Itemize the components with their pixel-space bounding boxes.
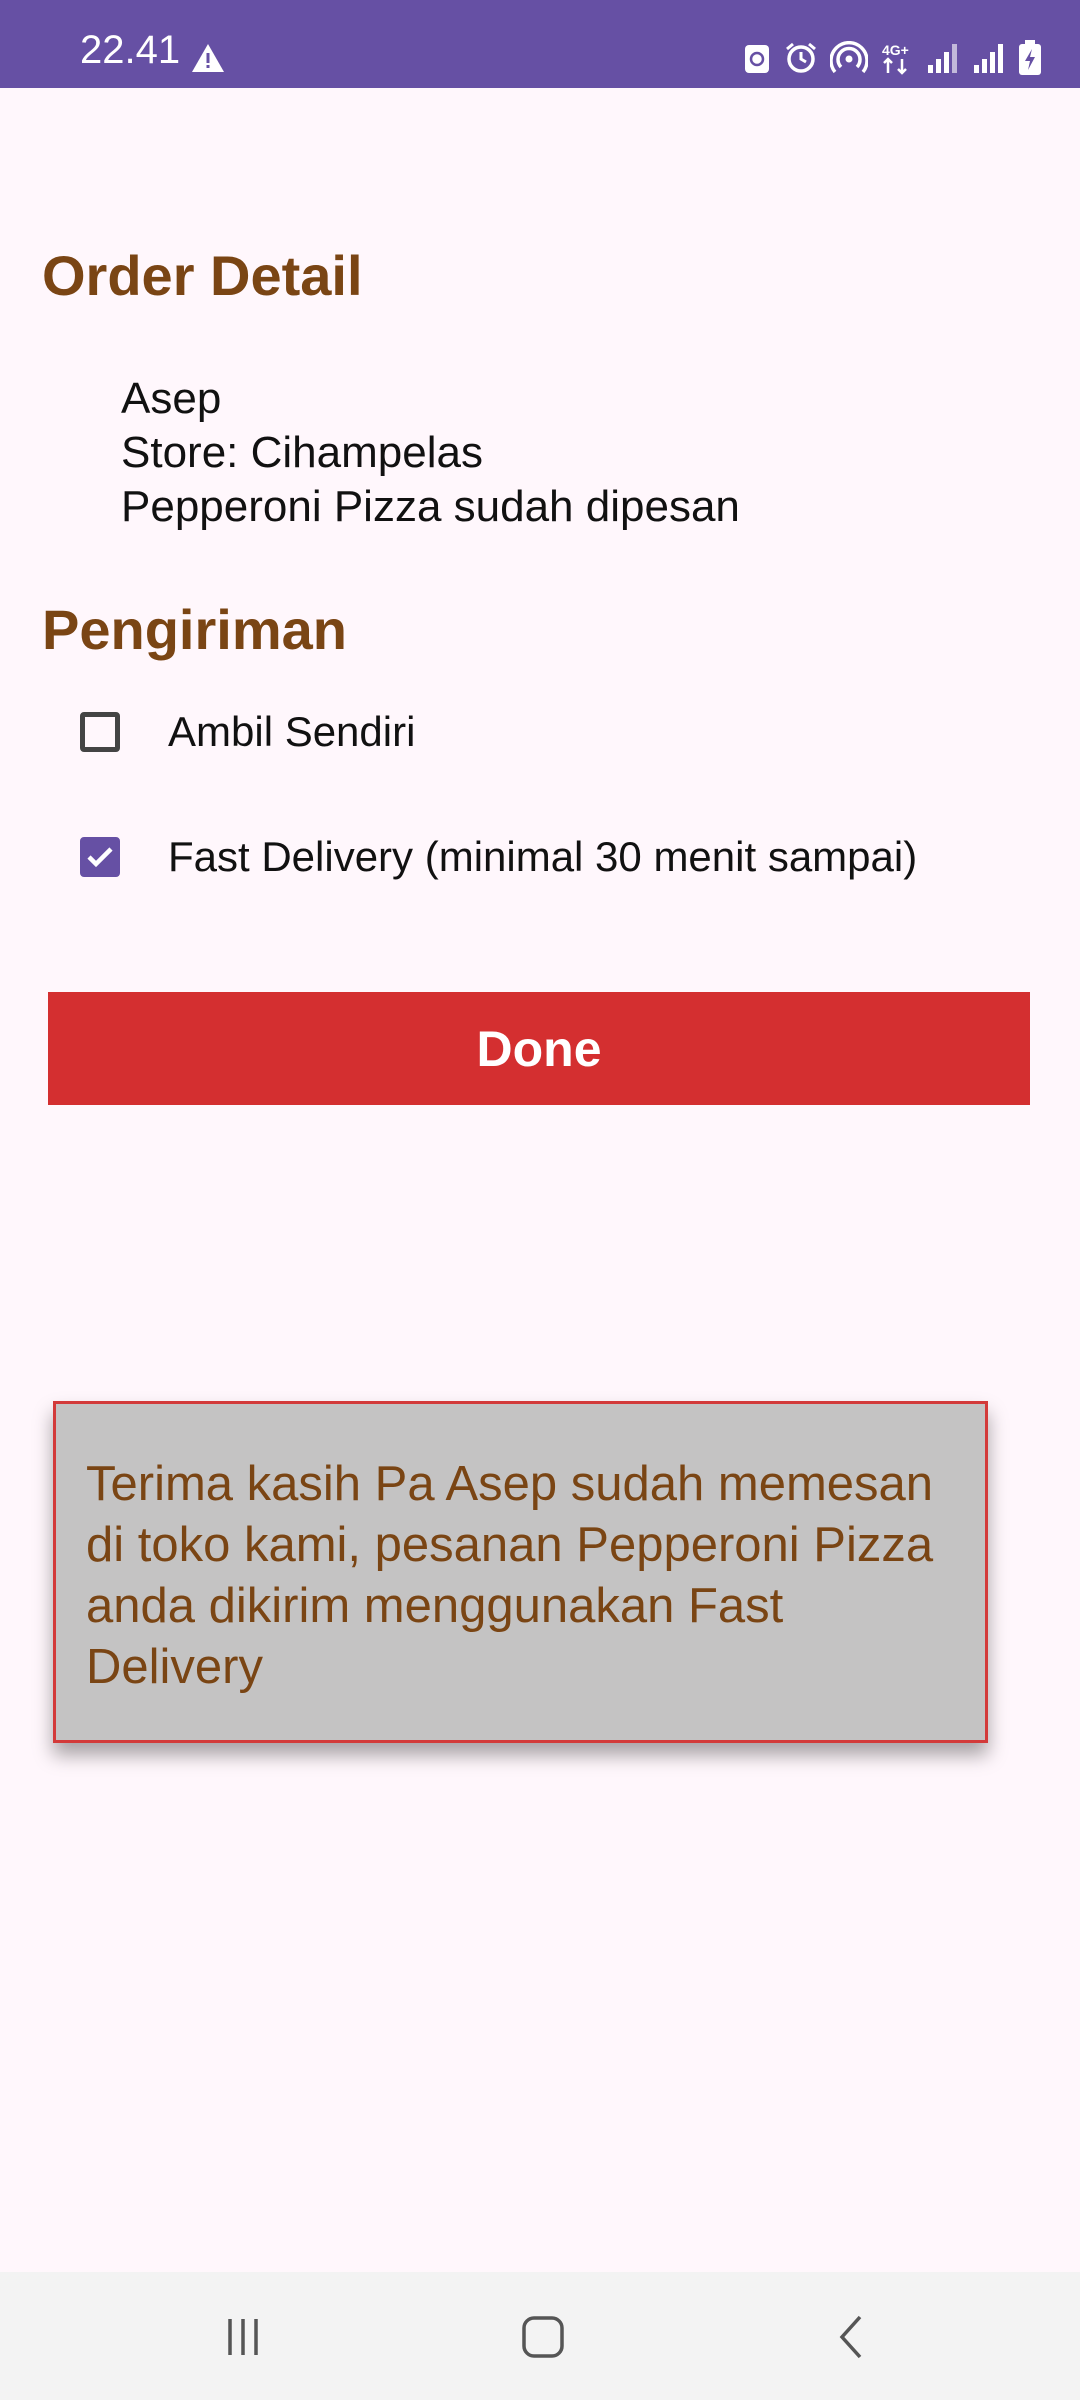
customer-name: Asep bbox=[121, 374, 222, 423]
checkmark-icon bbox=[87, 847, 113, 868]
signal-icon bbox=[926, 41, 960, 75]
battery-charging-icon bbox=[1018, 40, 1042, 76]
checkbox-ambil-sendiri[interactable] bbox=[80, 712, 120, 752]
shipping-heading: Pengiriman bbox=[42, 598, 347, 661]
recent-apps-icon[interactable] bbox=[213, 2312, 273, 2362]
store-name: Store: Cihampelas bbox=[121, 428, 483, 477]
status-time: 22.41 bbox=[80, 28, 181, 72]
confirmation-message-box: Terima kasih Pa Asep sudah memesan di to… bbox=[53, 1401, 988, 1743]
option-fast-delivery[interactable]: Fast Delivery (minimal 30 menit sampai) bbox=[80, 829, 917, 885]
option-label: Fast Delivery (minimal 30 menit sampai) bbox=[168, 833, 918, 880]
navigation-bar bbox=[0, 2272, 1080, 2400]
back-icon[interactable] bbox=[820, 2312, 880, 2362]
order-detail-text: Asep Store: Cihampelas Pepperoni Pizza s… bbox=[121, 372, 740, 534]
status-icons: 4G+ bbox=[742, 40, 1042, 76]
ordered-item: Pepperoni Pizza sudah dipesan bbox=[121, 482, 740, 531]
warning-icon bbox=[190, 42, 226, 79]
confirmation-message: Terima kasih Pa Asep sudah memesan di to… bbox=[86, 1457, 934, 1694]
4g-icon: 4G+ bbox=[880, 41, 914, 75]
option-ambil-sendiri[interactable]: Ambil Sendiri bbox=[80, 704, 415, 760]
hotspot-icon bbox=[830, 41, 868, 75]
alarm-icon bbox=[784, 41, 818, 75]
order-detail-heading: Order Detail bbox=[42, 244, 363, 307]
checkbox-fast-delivery[interactable] bbox=[80, 837, 120, 877]
option-label: Ambil Sendiri bbox=[168, 708, 416, 755]
svg-text:4G+: 4G+ bbox=[882, 42, 909, 58]
home-icon[interactable] bbox=[513, 2312, 573, 2362]
signal-icon bbox=[972, 41, 1006, 75]
recycle-icon bbox=[742, 41, 772, 75]
done-button[interactable]: Done bbox=[48, 992, 1030, 1105]
status-bar: 22.41 4G+ bbox=[0, 0, 1080, 88]
